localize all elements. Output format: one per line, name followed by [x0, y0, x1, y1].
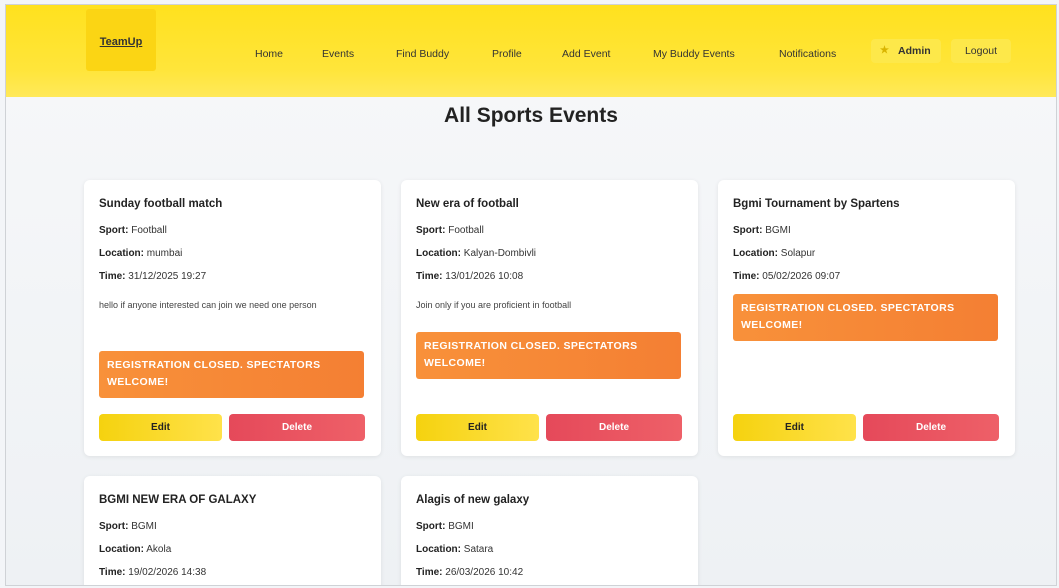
event-title: Sunday football match — [99, 198, 223, 210]
event-sport: Sport: BGMI — [416, 521, 474, 532]
event-sport: Sport: BGMI — [733, 225, 791, 236]
sport-label: Sport: — [416, 225, 446, 236]
admin-badge[interactable]: ★ Admin — [871, 39, 941, 63]
location-label: Location: — [416, 248, 461, 259]
event-title: BGMI NEW ERA OF GALAXY — [99, 494, 257, 506]
admin-label: Admin — [898, 45, 931, 57]
location-value: Akola — [146, 544, 172, 555]
event-location: Location: Solapur — [733, 248, 815, 259]
delete-button[interactable]: Delete — [863, 414, 999, 441]
time-value: 26/03/2026 10:42 — [445, 567, 524, 578]
time-value: 19/02/2026 14:38 — [128, 567, 207, 578]
nav-find-buddy-link[interactable]: Find Buddy — [396, 46, 449, 62]
registration-closed-banner: REGISTRATION CLOSED. SPECTATORS WELCOME! — [733, 294, 998, 341]
event-description: Join only if you are proficient in footb… — [416, 300, 572, 310]
time-value: 05/02/2026 09:07 — [762, 271, 841, 282]
time-label: Time: — [416, 567, 443, 578]
edit-button[interactable]: Edit — [733, 414, 856, 441]
time-value: 13/01/2026 10:08 — [445, 271, 524, 282]
star-icon: ★ — [880, 45, 889, 56]
top-navbar: TeamUp Home Events Find Buddy Profile Ad… — [6, 5, 1056, 97]
event-time: Time: 13/01/2026 10:08 — [416, 271, 523, 282]
edit-button[interactable]: Edit — [99, 414, 222, 441]
location-label: Location: — [416, 544, 461, 555]
logout-button[interactable]: Logout — [951, 39, 1011, 63]
event-time: Time: 31/12/2025 19:27 — [99, 271, 206, 282]
sport-value: BGMI — [131, 521, 157, 532]
event-location: Location: Satara — [416, 544, 493, 555]
nav-home-link[interactable]: Home — [255, 46, 283, 62]
location-value: mumbai — [146, 248, 183, 259]
location-value: Kalyan-Dombivli — [463, 248, 537, 259]
nav-my-buddy-events-link[interactable]: My Buddy Events — [653, 46, 735, 62]
event-title: New era of football — [416, 198, 519, 210]
time-value: 31/12/2025 19:27 — [128, 271, 207, 282]
location-label: Location: — [99, 544, 144, 555]
delete-button[interactable]: Delete — [229, 414, 365, 441]
event-time: Time: 19/02/2026 14:38 — [99, 567, 206, 578]
time-label: Time: — [99, 567, 126, 578]
nav-notifications-link[interactable]: Notifications — [779, 46, 836, 62]
event-location: Location: Akola — [99, 544, 171, 555]
event-time: Time: 26/03/2026 10:42 — [416, 567, 523, 578]
event-sport: Sport: Football — [99, 225, 167, 236]
sport-value: BGMI — [765, 225, 791, 236]
event-card: BGMI NEW ERA OF GALAXY Sport: BGMI Locat… — [84, 476, 381, 585]
time-label: Time: — [99, 271, 126, 282]
event-card: Bgmi Tournament by Spartens Sport: BGMI … — [718, 180, 1015, 456]
event-title: Bgmi Tournament by Spartens — [733, 198, 900, 210]
event-card: Alagis of new galaxy Sport: BGMI Locatio… — [401, 476, 698, 585]
location-value: Solapur — [780, 248, 816, 259]
event-card: New era of football Sport: Football Loca… — [401, 180, 698, 456]
event-location: Location: Kalyan-Dombivli — [416, 248, 536, 259]
sport-value: BGMI — [448, 521, 474, 532]
location-label: Location: — [99, 248, 144, 259]
event-sport: Sport: Football — [416, 225, 484, 236]
nav-events-link[interactable]: Events — [322, 46, 354, 62]
sport-value: Football — [131, 225, 167, 236]
nav-add-event-link[interactable]: Add Event — [562, 46, 610, 62]
time-label: Time: — [733, 271, 760, 282]
location-label: Location: — [733, 248, 778, 259]
event-time: Time: 05/02/2026 09:07 — [733, 271, 840, 282]
registration-closed-banner: REGISTRATION CLOSED. SPECTATORS WELCOME! — [416, 332, 681, 379]
location-value: Satara — [463, 544, 494, 555]
page-title: All Sports Events — [444, 104, 618, 127]
event-title: Alagis of new galaxy — [416, 494, 530, 506]
event-description: hello if anyone interested can join we n… — [99, 300, 317, 310]
sport-value: Football — [448, 225, 484, 236]
sport-label: Sport: — [99, 521, 129, 532]
time-label: Time: — [416, 271, 443, 282]
registration-closed-banner: REGISTRATION CLOSED. SPECTATORS WELCOME! — [99, 351, 364, 398]
event-sport: Sport: BGMI — [99, 521, 157, 532]
delete-button[interactable]: Delete — [546, 414, 682, 441]
event-card: Sunday football match Sport: Football Lo… — [84, 180, 381, 456]
nav-profile-link[interactable]: Profile — [492, 46, 522, 62]
edit-button[interactable]: Edit — [416, 414, 539, 441]
sport-label: Sport: — [416, 521, 446, 532]
event-location: Location: mumbai — [99, 248, 182, 259]
sport-label: Sport: — [99, 225, 129, 236]
browser-viewport: TeamUp Home Events Find Buddy Profile Ad… — [5, 4, 1057, 586]
sport-label: Sport: — [733, 225, 763, 236]
